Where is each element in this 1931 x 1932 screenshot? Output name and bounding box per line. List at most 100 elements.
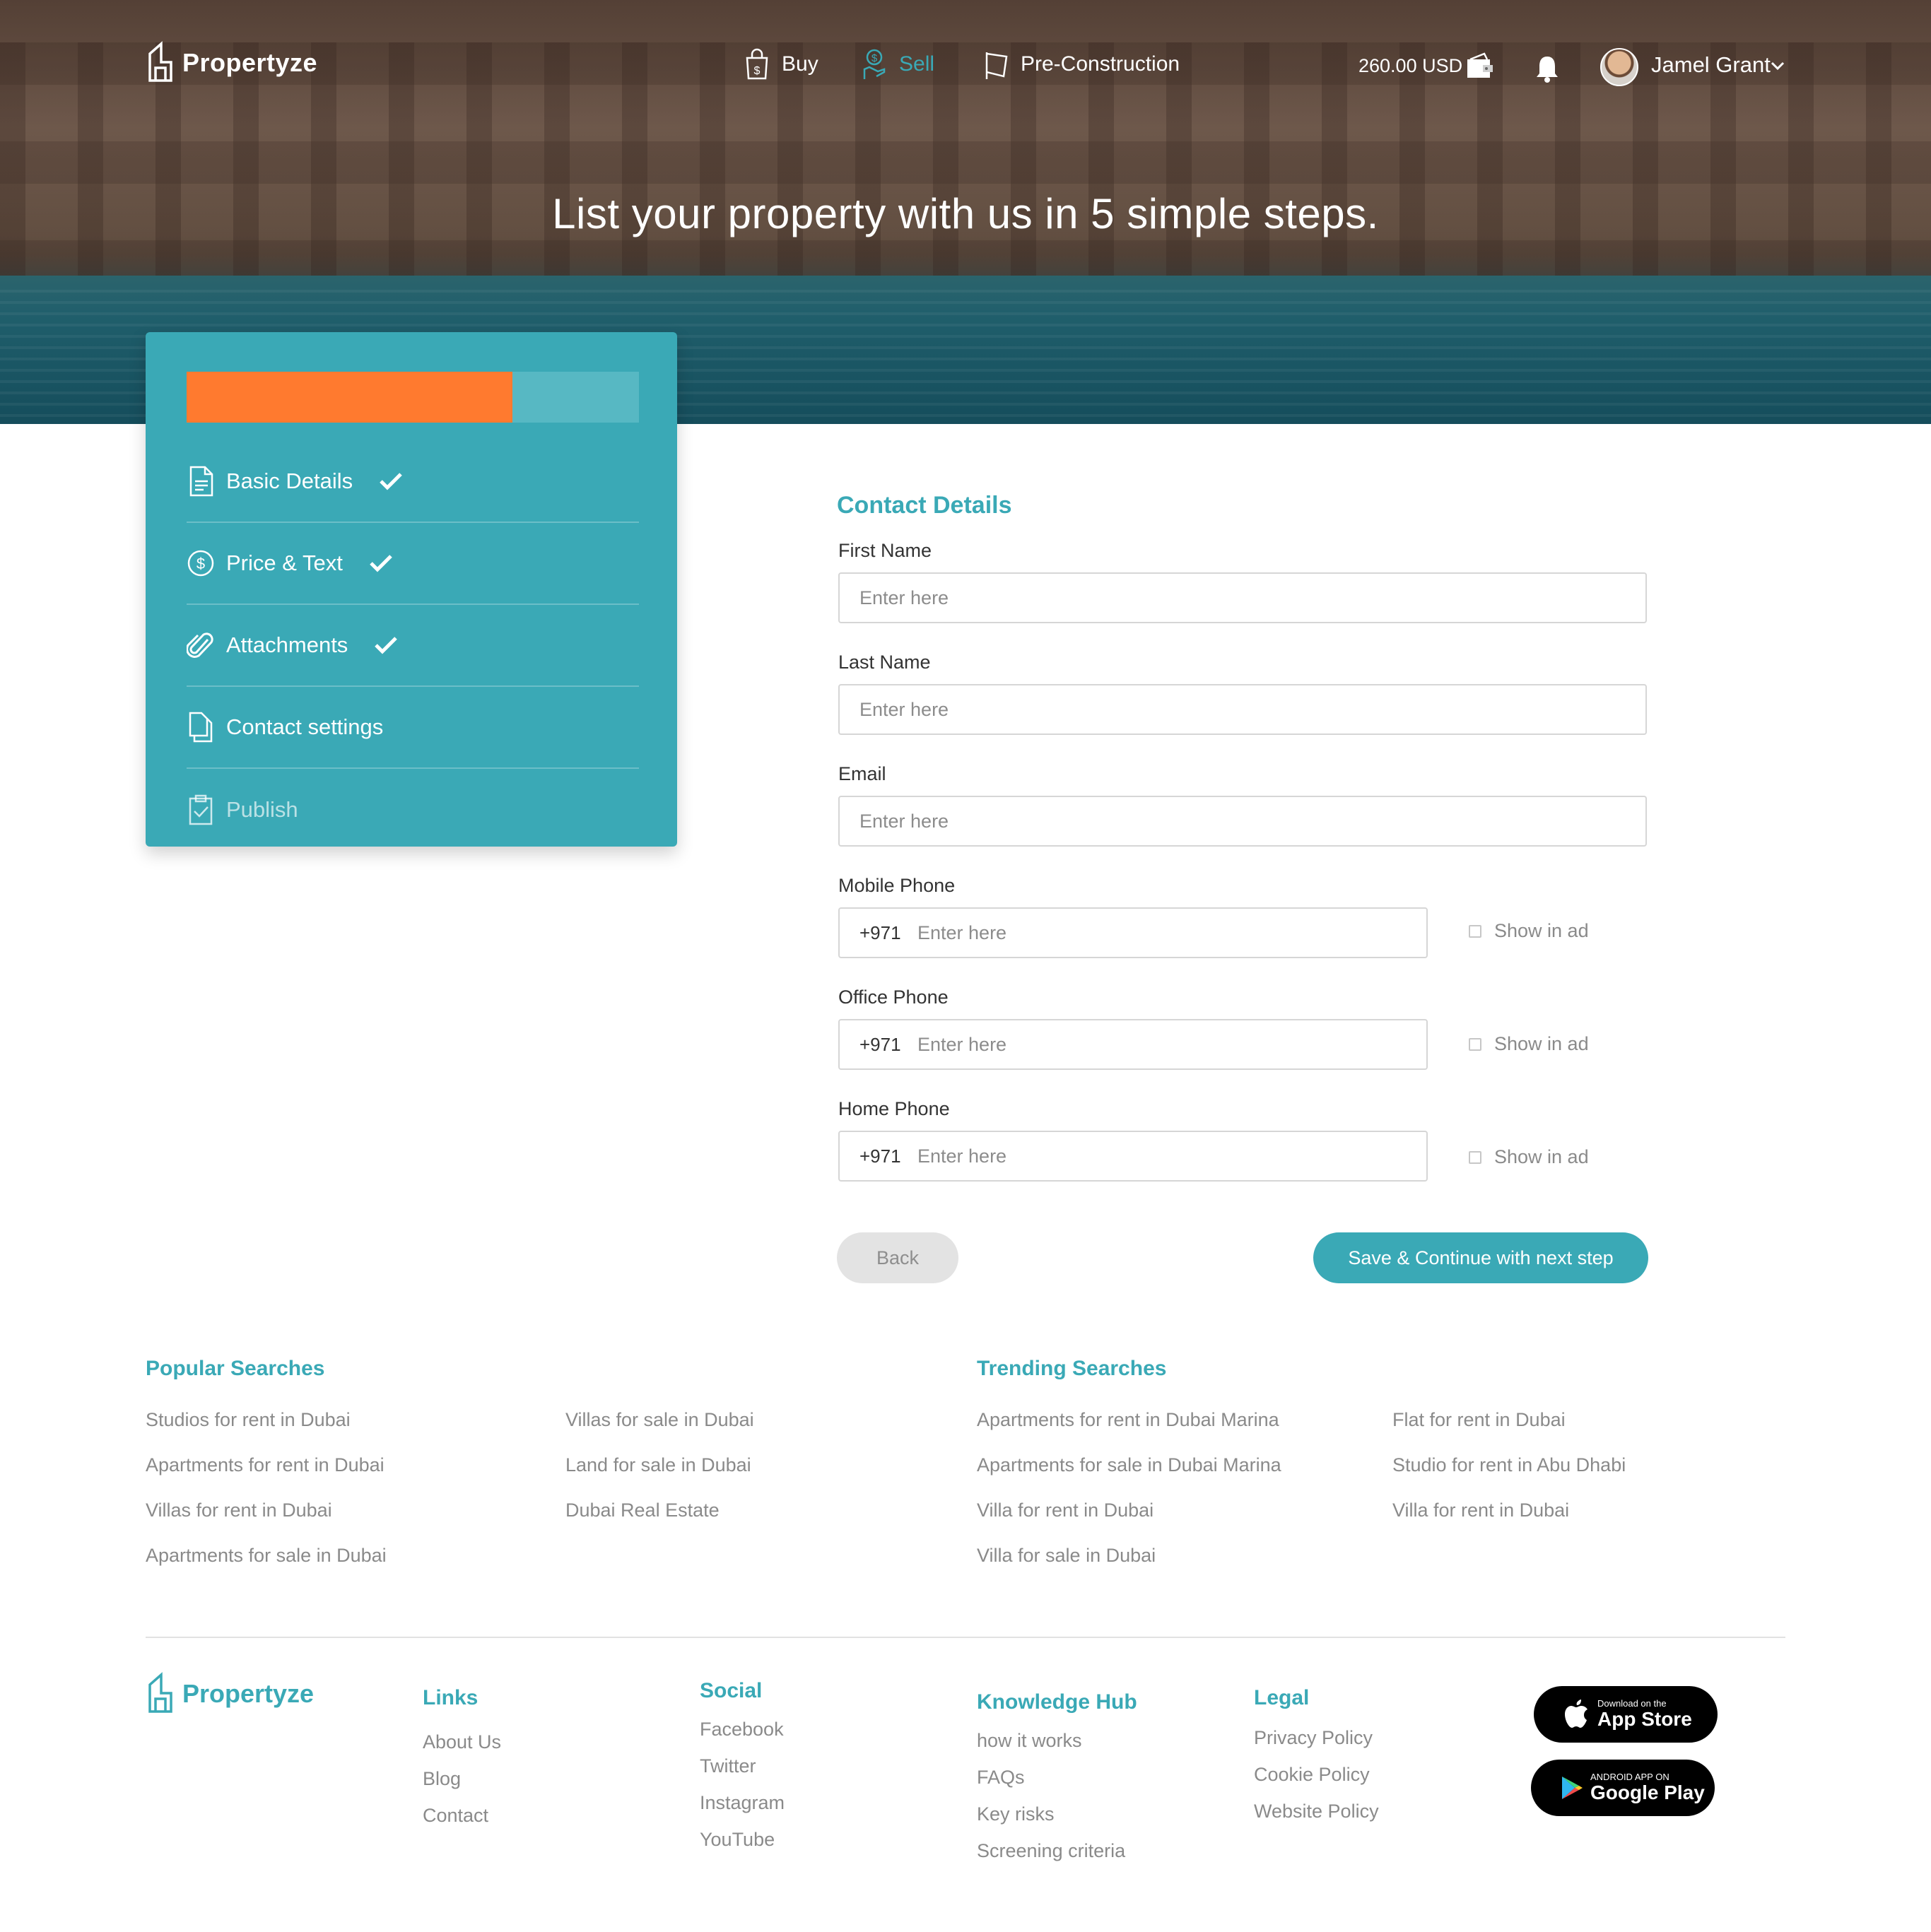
home-show-in-ad[interactable]: Show in ad	[1469, 1146, 1589, 1168]
footer-social-title: Social	[700, 1679, 763, 1702]
step-label: Contact settings	[226, 714, 384, 739]
hero-title: List your property with us in 5 simple s…	[552, 190, 1379, 237]
step-label: Attachments	[226, 632, 348, 657]
nav-buy-label: Buy	[782, 52, 818, 76]
office-phone-label: Office Phone	[838, 986, 949, 1008]
step-label: Publish	[226, 797, 298, 822]
search-link[interactable]: Studio for rent in Abu Dhabi	[1392, 1454, 1626, 1476]
footer-link[interactable]: Twitter	[700, 1755, 756, 1777]
search-link[interactable]: Villa for rent in Dubai	[1392, 1500, 1569, 1521]
search-link[interactable]: Villa for rent in Dubai	[977, 1500, 1154, 1521]
step-publish[interactable]: Publish	[187, 769, 639, 851]
show-in-ad-checkbox[interactable]	[1469, 1037, 1481, 1051]
step-attachments[interactable]: Attachments	[187, 605, 639, 687]
shopping-bag-icon: $	[746, 48, 768, 80]
office-phone-input[interactable]	[917, 1023, 1398, 1066]
search-link[interactable]: Apartments for sale in Dubai Marina	[977, 1454, 1281, 1476]
progress-bar	[187, 372, 639, 423]
app-store-small-text: Download on the	[1597, 1698, 1667, 1709]
nav-pre-construction-label: Pre-Construction	[1021, 52, 1180, 76]
nav-pre-construction[interactable]: Pre-Construction	[982, 48, 1180, 81]
dollar-circle-icon: $	[187, 550, 214, 577]
home-phone-field[interactable]: +971	[838, 1131, 1428, 1182]
footer-link[interactable]: Facebook	[700, 1719, 784, 1740]
footer-logo[interactable]: Propertyze	[146, 1672, 314, 1716]
search-link[interactable]: Apartments for rent in Dubai	[146, 1454, 385, 1476]
show-in-ad-checkbox[interactable]	[1469, 924, 1481, 938]
footer-knowledge-title: Knowledge Hub	[977, 1690, 1137, 1714]
search-link[interactable]: Apartments for rent in Dubai Marina	[977, 1409, 1279, 1431]
mobile-phone-field[interactable]: +971	[838, 907, 1428, 958]
progress-bar-fill	[187, 372, 512, 423]
footer-link[interactable]: Key risks	[977, 1803, 1055, 1825]
show-in-ad-label: Show in ad	[1494, 920, 1589, 941]
mobile-phone-label: Mobile Phone	[838, 875, 956, 896]
search-link[interactable]: Flat for rent in Dubai	[1392, 1409, 1566, 1431]
logo-building-icon	[148, 1672, 172, 1713]
show-in-ad-label: Show in ad	[1494, 1146, 1589, 1167]
home-phone-input[interactable]	[917, 1135, 1398, 1177]
search-link[interactable]: Studios for rent in Dubai	[146, 1409, 351, 1431]
header-logo[interactable]: Propertyze	[146, 41, 317, 85]
office-phone-field[interactable]: +971	[838, 1019, 1428, 1070]
nav-sell[interactable]: $ Sell	[861, 48, 934, 81]
step-label: Price & Text	[226, 550, 343, 575]
first-name-input[interactable]	[838, 572, 1647, 623]
footer-link[interactable]: Blog	[423, 1768, 461, 1790]
step-basic-details[interactable]: Basic Details	[187, 441, 639, 523]
step-price-text[interactable]: $ Price & Text	[187, 523, 639, 605]
svg-text:$: $	[754, 65, 761, 77]
save-continue-button[interactable]: Save & Continue with next step	[1313, 1232, 1648, 1283]
email-label: Email	[838, 763, 886, 784]
svg-text:$: $	[196, 555, 205, 572]
nav-buy[interactable]: $ Buy	[744, 48, 818, 81]
bell-icon[interactable]	[1534, 54, 1561, 83]
search-link[interactable]: Dubai Real Estate	[565, 1500, 720, 1521]
avatar[interactable]	[1600, 48, 1638, 86]
search-link[interactable]: Apartments for sale in Dubai	[146, 1545, 387, 1567]
footer-link[interactable]: Contact	[423, 1805, 488, 1827]
footer-link[interactable]: FAQs	[977, 1767, 1025, 1789]
nav-sell-label: Sell	[899, 52, 935, 76]
footer-link[interactable]: Screening criteria	[977, 1840, 1125, 1862]
search-link[interactable]: Villas for sale in Dubai	[565, 1409, 754, 1431]
search-link[interactable]: Villa for sale in Dubai	[977, 1545, 1156, 1567]
mobile-phone-input[interactable]	[917, 912, 1398, 954]
footer-link[interactable]: About Us	[423, 1731, 501, 1753]
footer-legal-title: Legal	[1254, 1686, 1310, 1709]
footer-link[interactable]: Cookie Policy	[1254, 1764, 1370, 1786]
footer-link[interactable]: Instagram	[700, 1792, 785, 1814]
mobile-show-in-ad[interactable]: Show in ad	[1469, 920, 1589, 942]
back-button[interactable]: Back	[837, 1232, 958, 1283]
search-link[interactable]: Land for sale in Dubai	[565, 1454, 751, 1476]
last-name-label: Last Name	[838, 652, 931, 673]
first-name-label: First Name	[838, 540, 932, 561]
user-name[interactable]: Jamel Grant	[1651, 52, 1771, 78]
google-play-button[interactable]: ANDROID APP ON Google Play	[1531, 1760, 1715, 1816]
footer-link[interactable]: Website Policy	[1254, 1801, 1379, 1822]
wallet-icon[interactable]	[1465, 52, 1494, 81]
last-name-input[interactable]	[838, 684, 1647, 735]
form-title: Contact Details	[837, 492, 1012, 519]
apple-icon	[1565, 1700, 1587, 1728]
search-link[interactable]: Villas for rent in Dubai	[146, 1500, 332, 1521]
office-show-in-ad[interactable]: Show in ad	[1469, 1033, 1589, 1055]
clipboard-check-icon	[189, 794, 213, 825]
footer-link[interactable]: YouTube	[700, 1829, 775, 1851]
footer-link[interactable]: Privacy Policy	[1254, 1727, 1373, 1749]
chevron-down-icon[interactable]	[1770, 61, 1785, 71]
show-in-ad-checkbox[interactable]	[1469, 1150, 1481, 1164]
email-input[interactable]	[838, 796, 1647, 847]
step-contact-settings[interactable]: Contact settings	[187, 687, 639, 769]
country-code: +971	[859, 1145, 901, 1167]
document-icon	[189, 466, 213, 497]
country-code: +971	[859, 921, 901, 943]
trending-searches-title: Trending Searches	[977, 1357, 1167, 1380]
app-store-button[interactable]: Download on the App Store	[1534, 1686, 1718, 1743]
google-play-big-text: Google Play	[1590, 1781, 1705, 1803]
paperclip-icon	[187, 632, 213, 658]
svg-text:$: $	[871, 52, 878, 64]
footer-link[interactable]: how it works	[977, 1730, 1082, 1752]
check-icon	[375, 637, 398, 654]
show-in-ad-label: Show in ad	[1494, 1033, 1589, 1054]
